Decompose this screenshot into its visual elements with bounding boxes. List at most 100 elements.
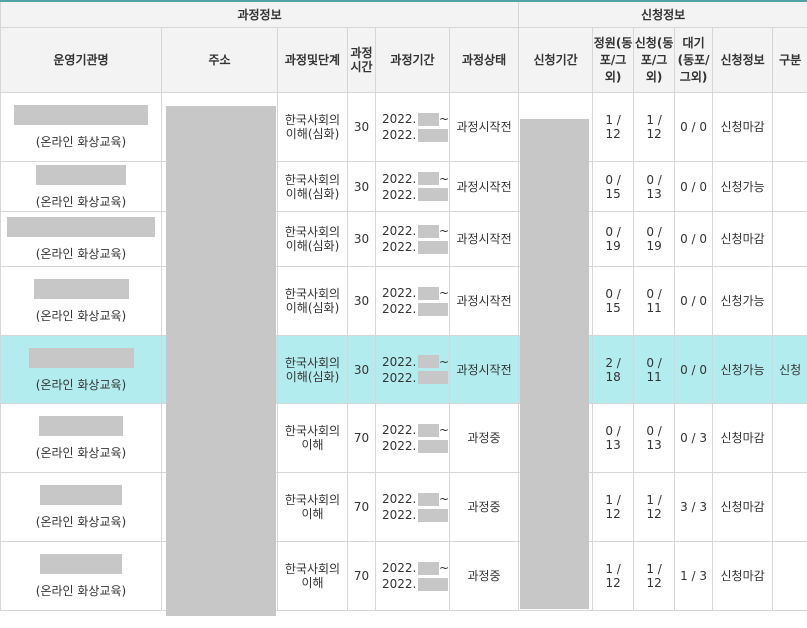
cell-status: 과정시작전 <box>448 335 520 404</box>
cell-hours: 70 <box>347 541 376 611</box>
cell-stage: 한국사회의 이해(심화) <box>277 335 348 404</box>
cell-waiting: 1 / 3 <box>674 541 714 611</box>
col-apply-info: 신청정보 <box>712 27 774 93</box>
cell-applied: 0 / 13 <box>633 403 676 473</box>
cell-category[interactable] <box>772 541 807 611</box>
cell-category[interactable] <box>772 472 807 542</box>
cell-category[interactable] <box>772 403 807 473</box>
period-end: 2022. <box>382 577 417 591</box>
cell-category[interactable] <box>772 266 807 336</box>
cell-apply-info: 신청마감 <box>712 541 774 611</box>
cell-hours: 30 <box>347 266 376 336</box>
cell-category[interactable] <box>772 211 807 267</box>
period-start: 2022. <box>382 423 417 437</box>
table-row[interactable]: (온라인 화상교육) 한국사회의 이해(심화) 30 2022. ~ 2022. … <box>0 335 807 404</box>
cell-stage: 한국사회의 이해 <box>277 472 348 542</box>
period-start: 2022. <box>382 492 417 506</box>
period-start-redaction <box>418 112 439 126</box>
cell-hours: 30 <box>347 161 376 212</box>
table-row[interactable]: (온라인 화상교육) 한국사회의 이해(심화) 30 2022. ~ 2022. … <box>0 266 807 336</box>
institution-name-redaction <box>40 485 122 505</box>
cell-status: 과정시작전 <box>448 161 520 212</box>
cell-category[interactable] <box>772 92 807 162</box>
institution-name-redaction <box>14 105 148 125</box>
institution-type: (온라인 화상교육) <box>35 515 127 529</box>
table-row[interactable]: (온라인 화상교육) 한국사회의 이해(심화) 30 2022. ~ 2022. … <box>0 161 807 212</box>
cell-institution: (온라인 화상교육) <box>0 266 162 336</box>
cell-status: 과정시작전 <box>448 211 520 267</box>
col-category: 구분 <box>772 27 807 93</box>
period-separator: ~ <box>438 492 449 506</box>
institution-type: (온라인 화상교육) <box>35 446 127 460</box>
apply-period-redaction <box>520 119 589 609</box>
cell-waiting: 0 / 0 <box>674 266 714 336</box>
cell-waiting: 3 / 3 <box>674 472 714 542</box>
table-row[interactable]: (온라인 화상교육) 한국사회의 이해 70 2022. ~ 2022. 과정중 … <box>0 541 807 611</box>
period-end: 2022. <box>382 302 417 316</box>
cell-institution: (온라인 화상교육) <box>0 403 162 473</box>
cell-waiting: 0 / 0 <box>674 335 714 404</box>
cell-apply-info: 신청가능 <box>712 335 774 404</box>
col-status: 과정상태 <box>448 27 520 93</box>
cell-hours: 70 <box>347 403 376 473</box>
period-end: 2022. <box>382 128 417 142</box>
cell-capacity: 0 / 19 <box>592 211 635 267</box>
cell-capacity: 0 / 15 <box>592 161 635 212</box>
cell-category[interactable]: 신청 <box>772 335 807 404</box>
institution-type: (온라인 화상교육) <box>35 309 127 323</box>
col-applied: 신청(동포/그외) <box>633 27 676 93</box>
cell-status: 과정중 <box>448 472 520 542</box>
cell-apply-info: 신청마감 <box>712 211 774 267</box>
table-row[interactable]: (온라인 화상교육) 한국사회의 이해(심화) 30 2022. ~ 2022. … <box>0 92 807 162</box>
cell-applied: 0 / 19 <box>633 211 676 267</box>
col-capacity: 정원(동포/그외) <box>592 27 635 93</box>
col-address: 주소 <box>161 27 278 93</box>
cell-apply-info: 신청가능 <box>712 161 774 212</box>
institution-name-redaction <box>33 279 129 299</box>
period-start-redaction <box>418 492 439 506</box>
period-end-redaction <box>418 302 449 316</box>
address-redaction <box>166 106 276 616</box>
institution-name-redaction <box>36 164 126 185</box>
cell-period: 2022. ~ 2022. <box>375 541 450 611</box>
period-start-redaction <box>418 172 439 185</box>
period-start-redaction <box>418 224 439 238</box>
period-separator: ~ <box>438 354 449 369</box>
cell-capacity: 2 / 18 <box>592 335 635 404</box>
period-end: 2022. <box>382 370 417 385</box>
period-end-redaction <box>418 577 449 591</box>
cell-status: 과정중 <box>448 541 520 611</box>
table-row[interactable]: (온라인 화상교육) 한국사회의 이해 70 2022. ~ 2022. 과정중 … <box>0 403 807 473</box>
table-row[interactable]: (온라인 화상교육) 한국사회의 이해(심화) 30 2022. ~ 2022. … <box>0 211 807 267</box>
cell-waiting: 0 / 3 <box>674 403 714 473</box>
institution-name-redaction <box>7 217 155 237</box>
institution-name-redaction <box>28 347 134 368</box>
period-end-redaction <box>418 240 449 254</box>
cell-period: 2022. ~ 2022. <box>375 266 450 336</box>
group-apply-info: 신청정보 <box>518 0 807 28</box>
period-end-redaction <box>418 439 449 453</box>
period-end: 2022. <box>382 508 417 522</box>
cell-applied: 0 / 11 <box>633 266 676 336</box>
period-start: 2022. <box>382 561 417 575</box>
period-end: 2022. <box>382 240 417 254</box>
period-separator: ~ <box>438 423 449 437</box>
cell-capacity: 0 / 15 <box>592 266 635 336</box>
cell-hours: 30 <box>347 335 376 404</box>
cell-institution: (온라인 화상교육) <box>0 211 162 267</box>
cell-applied: 1 / 12 <box>633 541 676 611</box>
cell-hours: 30 <box>347 211 376 267</box>
cell-stage: 한국사회의 이해 <box>277 403 348 473</box>
period-start: 2022. <box>382 224 417 238</box>
col-stage: 과정및단계 <box>277 27 348 93</box>
period-separator: ~ <box>438 286 449 300</box>
cell-apply-info: 신청마감 <box>712 403 774 473</box>
cell-status: 과정시작전 <box>448 92 520 162</box>
institution-type: (온라인 화상교육) <box>35 135 127 149</box>
cell-category[interactable] <box>772 161 807 212</box>
period-start-redaction <box>418 355 439 368</box>
table-row[interactable]: (온라인 화상교육) 한국사회의 이해 70 2022. ~ 2022. 과정중 … <box>0 472 807 542</box>
cell-period: 2022. ~ 2022. <box>375 335 450 404</box>
col-apply-period: 신청기간 <box>518 27 594 93</box>
period-end-redaction <box>418 188 449 201</box>
